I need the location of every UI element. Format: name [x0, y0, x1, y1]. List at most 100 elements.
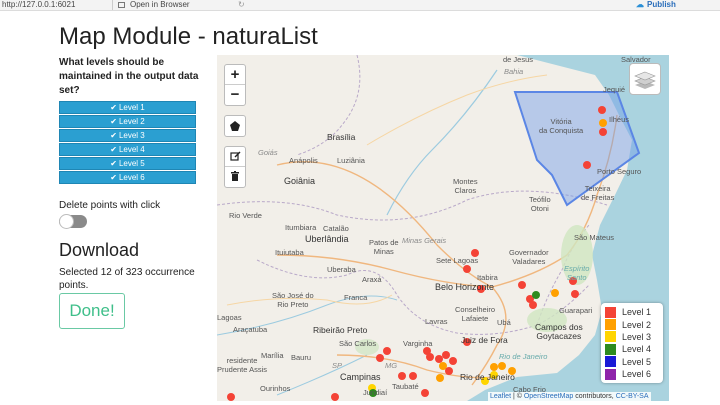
edit-toolbar	[224, 146, 246, 188]
place-label-conselheiro: Conselheiro Lafaiete	[455, 305, 496, 323]
occurrence-point[interactable]	[436, 374, 444, 382]
open-in-browser-button[interactable]: Open in Browser	[130, 0, 190, 10]
layers-button[interactable]	[629, 63, 661, 95]
place-label-bauru: Bauru	[291, 353, 312, 362]
delete-points-toggle[interactable]	[59, 214, 87, 229]
occurrence-point[interactable]	[449, 357, 457, 365]
place-label-campinas: Campinas	[340, 372, 381, 382]
place-label-minas-gerais: Minas Gerais	[402, 236, 447, 245]
done-button[interactable]: Done!	[59, 293, 125, 329]
occurrence-point[interactable]	[435, 355, 443, 363]
occurrence-point[interactable]	[376, 354, 384, 362]
occurrence-point[interactable]	[551, 289, 559, 297]
occurrence-point[interactable]	[598, 106, 606, 114]
level-6-button[interactable]: ✔ Level 6	[59, 171, 196, 184]
place-label-belo-horizonte: Belo Horizonte	[435, 282, 495, 292]
occurrence-point[interactable]	[490, 363, 498, 371]
refresh-icon[interactable]: ↻	[238, 0, 245, 10]
legend-item: Level 2	[605, 318, 659, 331]
occurrence-point[interactable]	[518, 281, 526, 289]
occurrence-point[interactable]	[599, 128, 607, 136]
place-label-porto-seguro: Porto Seguro	[597, 167, 642, 176]
legend-item: Level 5	[605, 356, 659, 368]
legend-swatch	[605, 306, 616, 318]
level-4-button[interactable]: ✔ Level 4	[59, 143, 196, 156]
legend-label: Level 3	[622, 331, 652, 342]
pentagon-icon	[230, 121, 240, 131]
place-label-itabira: Itabira	[477, 273, 498, 282]
place-label-ituiutaba: Ituiutaba	[275, 248, 304, 257]
layers-icon	[634, 71, 656, 89]
level-5-button[interactable]: ✔ Level 5	[59, 157, 196, 170]
level-3-button[interactable]: ✔ Level 3	[59, 129, 196, 142]
place-label-varginha: Varginha	[403, 339, 433, 348]
occurrence-point[interactable]	[583, 161, 591, 169]
url-text: http://127.0.0.1:6021	[2, 0, 76, 9]
occurrence-point[interactable]	[599, 119, 607, 127]
delete-points-control: Delete points with click	[59, 200, 161, 229]
draw-polygon-button[interactable]	[225, 116, 245, 136]
occurrence-point[interactable]	[442, 351, 450, 359]
occurrence-point[interactable]	[571, 290, 579, 298]
level-selector-panel: What levels should be maintained in the …	[59, 56, 199, 185]
place-label-bahia: Bahia	[504, 67, 524, 76]
legend-swatch	[605, 331, 616, 343]
occurrence-point[interactable]	[383, 347, 391, 355]
edit-layers-button[interactable]	[225, 147, 245, 167]
legend-label: Level 6	[622, 369, 652, 380]
place-label-sao-mateus: São Mateus	[574, 233, 615, 242]
zoom-out-button[interactable]: −	[225, 85, 245, 105]
occurrence-point[interactable]	[398, 372, 406, 380]
osm-link[interactable]: OpenStreetMap	[524, 393, 573, 400]
legend-label: Level 1	[622, 307, 652, 318]
level-2-button[interactable]: ✔ Level 2	[59, 115, 196, 128]
map-attribution: Leaflet | © OpenStreetMap contributors, …	[488, 392, 651, 402]
zoom-control: + −	[224, 64, 246, 106]
place-label-luziania: Luziânia	[337, 156, 365, 165]
check-icon: ✔	[110, 117, 117, 126]
zoom-in-button[interactable]: +	[225, 65, 245, 85]
place-label-rio-state: Rio de Janeiro	[499, 352, 548, 361]
legend-swatch	[605, 356, 616, 368]
download-heading: Download	[59, 240, 140, 260]
place-label-vitoria: Vitória da Conquista	[539, 117, 584, 135]
occurrence-point[interactable]	[463, 265, 471, 273]
delete-points-label: Delete points with click	[59, 200, 161, 211]
occurrence-point[interactable]	[421, 389, 429, 397]
toggle-knob	[59, 214, 74, 229]
occurrence-point[interactable]	[409, 372, 417, 380]
page-title: Map Module - naturaList	[59, 23, 318, 50]
place-label-sp: SP	[332, 361, 343, 370]
level-label: Level 5	[118, 159, 145, 168]
place-label-jundiai: Jundiaí	[363, 388, 388, 397]
occurrence-point[interactable]	[498, 362, 506, 370]
place-label-uberlandia: Uberlândia	[305, 234, 349, 244]
leaflet-link[interactable]: Leaflet	[490, 393, 511, 400]
legend-item: Level 1	[605, 306, 659, 318]
place-label-de-jesus: de Jesus	[503, 55, 534, 64]
occurrence-point[interactable]	[532, 291, 540, 299]
place-label-goias: Goiás	[258, 148, 278, 157]
place-label-rio-verde: Rio Verde	[229, 211, 262, 220]
draw-toolbar	[224, 115, 246, 137]
occurrence-point[interactable]	[331, 393, 339, 401]
place-label-brasilia: Brasília	[327, 132, 356, 142]
place-label-guarapari: Guarapari	[559, 306, 593, 315]
license-link[interactable]: CC-BY-SA	[616, 393, 649, 400]
check-icon: ✔	[110, 131, 117, 140]
legend-swatch	[605, 319, 616, 331]
occurrence-point[interactable]	[426, 353, 434, 361]
level-1-button[interactable]: ✔ Level 1	[59, 101, 196, 114]
occurrence-point[interactable]	[227, 393, 235, 401]
viewer-toolbar: http://127.0.0.1:6021 Open in Browser ↻ …	[0, 0, 720, 11]
occurrence-point[interactable]	[529, 301, 537, 309]
delete-layers-button[interactable]	[225, 167, 245, 187]
place-label-itumbiara: Itumbiara	[285, 223, 317, 232]
publish-icon: ☁	[636, 0, 644, 9]
place-label-uba: Ubá	[497, 318, 511, 327]
publish-button[interactable]: ☁ Publish	[636, 0, 676, 10]
place-label-aracatuba: Araçatuba	[233, 325, 268, 334]
place-label-lavras: Lavras	[425, 317, 448, 326]
level-label: Level 3	[118, 131, 145, 140]
occurrence-point[interactable]	[445, 367, 453, 375]
